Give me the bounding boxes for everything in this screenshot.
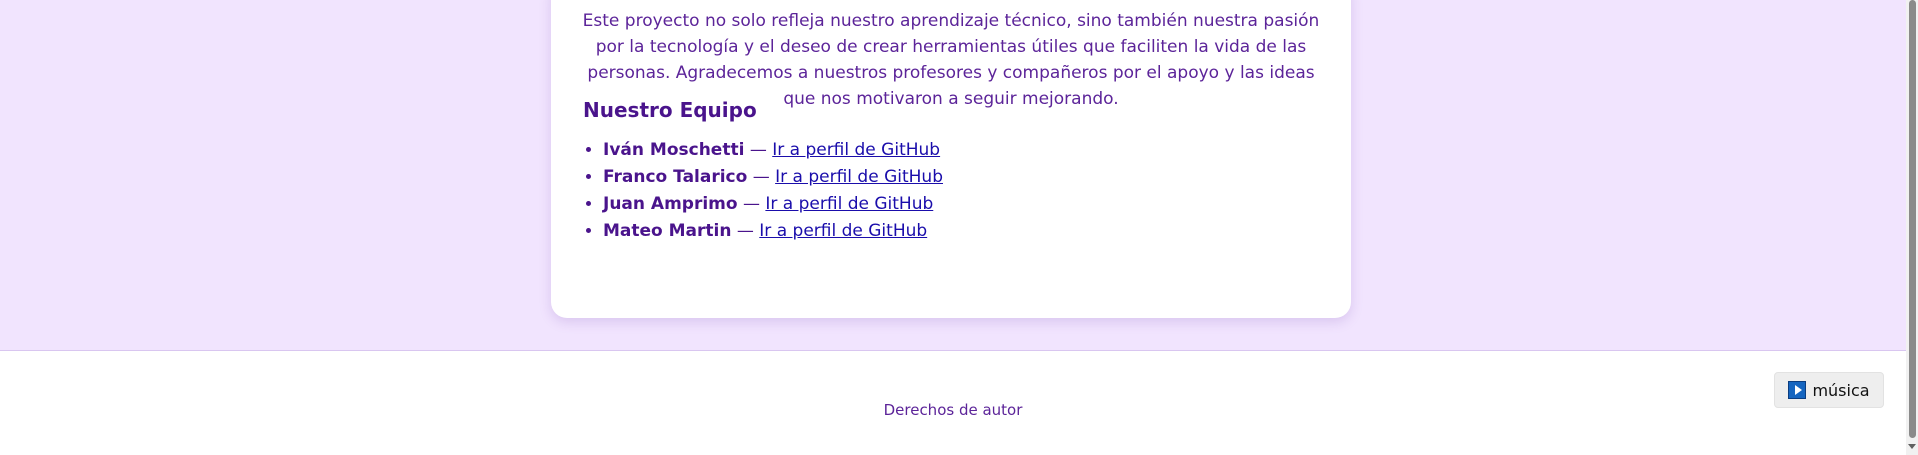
scrollbar-thumb[interactable] (1909, 0, 1916, 438)
separator: — (736, 221, 754, 241)
github-profile-link[interactable]: Ir a perfil de GitHub (765, 194, 933, 214)
scroll-down-arrow-icon[interactable] (1908, 444, 1916, 449)
member-name: Juan Amprimo (603, 194, 738, 214)
content-section: Este proyecto no solo refleja nuestro ap… (0, 0, 1906, 351)
music-button-label: música (1812, 380, 1870, 400)
team-member-item: Iván Moschetti — Ir a perfil de GitHub (603, 137, 943, 164)
github-profile-link[interactable]: Ir a perfil de GitHub (772, 140, 940, 160)
intro-paragraph: Este proyecto no solo refleja nuestro ap… (582, 11, 1320, 109)
music-button[interactable]: música (1774, 372, 1884, 408)
separator: — (752, 167, 770, 187)
github-profile-link[interactable]: Ir a perfil de GitHub (775, 167, 943, 187)
member-name: Franco Talarico (603, 167, 748, 187)
play-icon (1788, 381, 1807, 399)
team-member-item: Franco Talarico — Ir a perfil de GitHub (603, 164, 943, 191)
member-name: Mateo Martin (603, 221, 732, 241)
team-member-item: Mateo Martin — Ir a perfil de GitHub (603, 218, 943, 245)
vertical-scrollbar[interactable] (1906, 0, 1918, 455)
team-title: Nuestro Equipo (583, 98, 757, 122)
about-card: Este proyecto no solo refleja nuestro ap… (551, 0, 1351, 318)
team-list: Iván Moschetti — Ir a perfil de GitHub F… (583, 137, 943, 245)
separator: — (749, 140, 767, 160)
team-member-item: Juan Amprimo — Ir a perfil de GitHub (603, 191, 943, 218)
footer-copyright: Derechos de autor (883, 401, 1023, 419)
github-profile-link[interactable]: Ir a perfil de GitHub (759, 221, 927, 241)
member-name: Iván Moschetti (603, 140, 745, 160)
separator: — (742, 194, 760, 214)
